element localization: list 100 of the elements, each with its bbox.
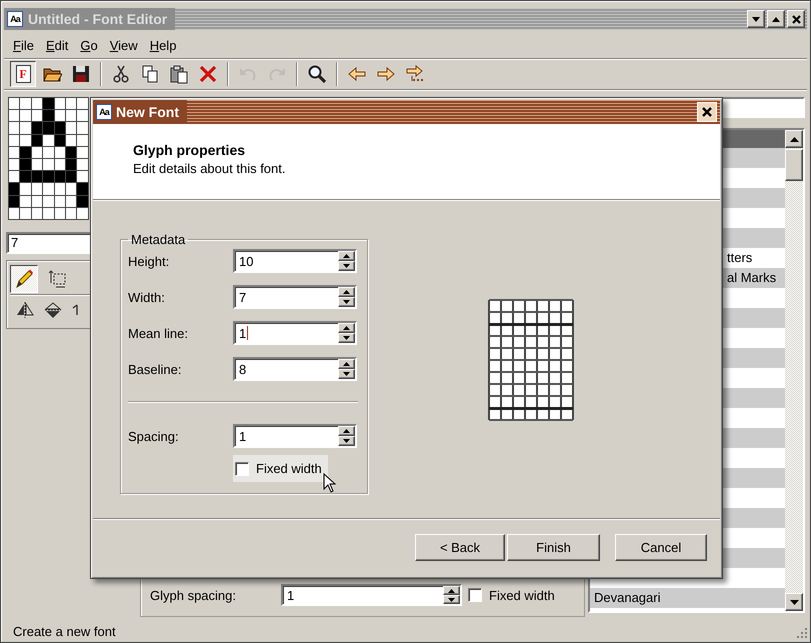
close-button[interactable] xyxy=(787,10,805,28)
pixel-cell[interactable] xyxy=(20,110,31,122)
dialog-button[interactable]: Cancel xyxy=(615,534,707,561)
pixel-cell[interactable] xyxy=(32,98,42,110)
pixel-cell[interactable] xyxy=(43,158,54,170)
pixel-cell[interactable] xyxy=(54,171,65,182)
pixel-cell[interactable] xyxy=(32,134,42,146)
spin-field[interactable]: 1 xyxy=(281,584,462,606)
menu-item[interactable]: File xyxy=(10,38,43,52)
pixel-cell[interactable] xyxy=(66,122,76,134)
list-row[interactable]: Devanagari xyxy=(590,588,785,608)
pixel-cell[interactable] xyxy=(66,196,76,207)
pixel-cell[interactable] xyxy=(54,110,65,122)
spin-down-button[interactable] xyxy=(338,261,355,271)
pixel-cell[interactable] xyxy=(77,171,88,182)
spin-up-button[interactable] xyxy=(338,251,355,261)
dialog-button[interactable]: Finish xyxy=(507,534,600,561)
pixel-cell[interactable] xyxy=(43,110,54,122)
pixel-cell[interactable] xyxy=(66,208,76,219)
scroll-up-button[interactable] xyxy=(785,130,803,148)
pixel-cell[interactable] xyxy=(20,158,31,170)
spin-field[interactable]: 7 xyxy=(233,285,357,309)
pixel-cell[interactable] xyxy=(9,171,20,182)
pixel-cell[interactable] xyxy=(66,110,76,122)
scroll-down-button[interactable] xyxy=(785,593,803,611)
spin-down-button[interactable] xyxy=(338,369,355,379)
pixel-cell[interactable] xyxy=(20,146,31,158)
pixel-cell[interactable] xyxy=(54,183,65,194)
pixel-cell[interactable] xyxy=(20,122,31,134)
pixel-cell[interactable] xyxy=(43,98,54,110)
pixel-cell[interactable] xyxy=(32,183,42,194)
pixel-cell[interactable] xyxy=(20,196,31,207)
pixel-cell[interactable] xyxy=(77,158,88,170)
tool-button[interactable] xyxy=(10,264,38,293)
pixel-cell[interactable] xyxy=(77,122,88,134)
pixel-cell[interactable] xyxy=(9,208,20,219)
pixel-cell[interactable] xyxy=(77,98,88,110)
pixel-cell[interactable] xyxy=(9,183,20,194)
spin-down-button[interactable] xyxy=(338,297,355,307)
menu-item[interactable]: Help xyxy=(146,38,186,52)
pixel-cell[interactable] xyxy=(77,183,88,194)
pixel-cell[interactable] xyxy=(32,196,42,207)
checkbox[interactable]: Fixed width xyxy=(233,455,328,482)
pixel-cell[interactable] xyxy=(54,122,65,134)
pixel-cell[interactable] xyxy=(9,98,20,110)
pixel-cell[interactable] xyxy=(54,208,65,219)
menu-item[interactable]: Edit xyxy=(42,38,78,52)
maximize-button[interactable] xyxy=(767,10,785,28)
spin-up-button[interactable] xyxy=(443,586,460,595)
pixel-cell[interactable] xyxy=(54,158,65,170)
pixel-cell[interactable] xyxy=(77,196,88,207)
spin-down-button[interactable] xyxy=(338,333,355,343)
pixel-cell[interactable] xyxy=(20,208,31,219)
pixel-cell[interactable] xyxy=(20,171,31,182)
menu-item[interactable]: Go xyxy=(77,38,107,52)
pixel-cell[interactable] xyxy=(54,98,65,110)
pixel-cell[interactable] xyxy=(20,98,31,110)
spin-field[interactable]: 8 xyxy=(233,357,357,381)
close-button[interactable] xyxy=(697,102,717,122)
pixel-cell[interactable] xyxy=(9,146,20,158)
pixel-cell[interactable] xyxy=(9,134,20,146)
pixel-cell[interactable] xyxy=(32,146,42,158)
pixel-cell[interactable] xyxy=(43,146,54,158)
checkbox[interactable]: Fixed width xyxy=(466,582,561,608)
pixel-cell[interactable] xyxy=(32,158,42,170)
glyph-grid[interactable] xyxy=(8,97,89,220)
spin-down-button[interactable] xyxy=(443,595,460,604)
spin-field[interactable]: 1 xyxy=(233,424,357,448)
pixel-cell[interactable] xyxy=(32,122,42,134)
pixel-cell[interactable] xyxy=(66,183,76,194)
pixel-cell[interactable] xyxy=(9,122,20,134)
pixel-cell[interactable] xyxy=(32,171,42,182)
pixel-cell[interactable] xyxy=(77,110,88,122)
pixel-cell[interactable] xyxy=(66,98,76,110)
pixel-cell[interactable] xyxy=(20,134,31,146)
pixel-cell[interactable] xyxy=(43,208,54,219)
pixel-cell[interactable] xyxy=(9,158,20,170)
pixel-cell[interactable] xyxy=(77,208,88,219)
scrollbar-thumb[interactable] xyxy=(785,149,803,181)
toolbar-button[interactable]: F xyxy=(10,61,36,87)
pixel-cell[interactable] xyxy=(43,122,54,134)
pixel-cell[interactable] xyxy=(43,134,54,146)
spin-up-button[interactable] xyxy=(338,426,355,436)
pixel-cell[interactable] xyxy=(32,208,42,219)
spin-up-button[interactable] xyxy=(338,287,355,297)
pixel-cell[interactable] xyxy=(20,183,31,194)
menu-item[interactable]: View xyxy=(106,38,147,52)
pixel-cell[interactable] xyxy=(9,110,20,122)
pixel-cell[interactable] xyxy=(9,196,20,207)
spin-up-button[interactable] xyxy=(338,359,355,369)
minimize-button[interactable] xyxy=(747,10,765,28)
pixel-cell[interactable] xyxy=(66,134,76,146)
spin-up-button[interactable] xyxy=(338,323,355,333)
pixel-cell[interactable] xyxy=(77,134,88,146)
pixel-cell[interactable] xyxy=(43,171,54,182)
pixel-cell[interactable] xyxy=(54,146,65,158)
pixel-cell[interactable] xyxy=(54,134,65,146)
spin-down-button[interactable] xyxy=(338,436,355,446)
pixel-cell[interactable] xyxy=(66,171,76,182)
pixel-cell[interactable] xyxy=(43,196,54,207)
